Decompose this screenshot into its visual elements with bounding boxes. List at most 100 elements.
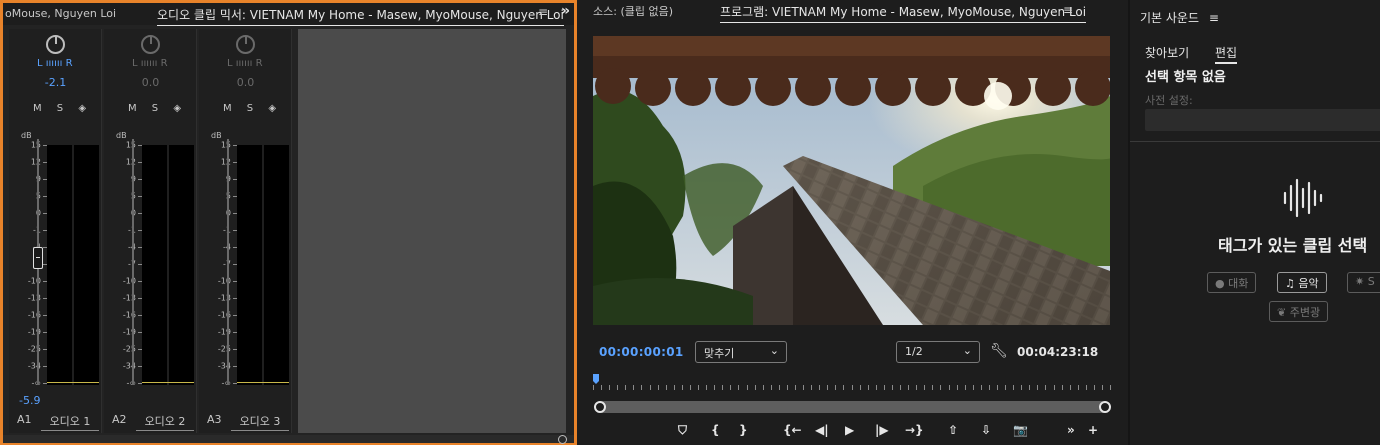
ruler-tick [891, 385, 893, 390]
mute-solo-record-buttons[interactable]: M S ◈ [33, 103, 92, 114]
add-button-icon[interactable]: + [1088, 423, 1098, 437]
db-scale-label: -16 [217, 310, 231, 320]
double-chevron-right-icon[interactable]: » [561, 3, 570, 19]
add-marker-icon[interactable]: ⛉ [678, 423, 687, 438]
ruler-tick [665, 385, 667, 390]
pan-value[interactable]: 0.0 [104, 76, 197, 89]
db-scale-label: -13 [217, 293, 231, 303]
hamburger-icon[interactable]: ≡ [1063, 3, 1073, 17]
program-tab[interactable]: 프로그램: VIETNAM My Home - Masew, MyoMouse,… [720, 3, 1087, 23]
db-scale-label: -34 [27, 361, 41, 371]
video-frame-image [593, 36, 1110, 325]
zoom-handle-left[interactable] [594, 401, 606, 413]
mark-in-icon[interactable]: { [711, 423, 720, 437]
pan-value[interactable]: -2.1 [9, 76, 102, 89]
ruler-tick [867, 385, 869, 390]
meter-baseline [47, 382, 99, 383]
ruler-tick [730, 385, 732, 390]
ruler-tick [714, 385, 716, 390]
pan-knob-icon[interactable] [236, 35, 255, 54]
db-scale-label: -19 [27, 327, 41, 337]
zoom-handle-right[interactable] [1099, 401, 1111, 413]
db-scale-label: -16 [27, 310, 41, 320]
fader-handle[interactable] [33, 246, 43, 269]
ruler-tick [932, 385, 934, 390]
channel-track-name[interactable]: 오디오 2 [136, 413, 194, 431]
mute-solo-record-buttons[interactable]: M S ◈ [223, 103, 282, 114]
db-scale-label: -10 [27, 276, 41, 286]
fader-track[interactable] [132, 139, 134, 385]
mixer-prev-tab-label[interactable]: oMouse, Nguyen Loi [5, 7, 116, 20]
go-to-in-icon[interactable]: {← [783, 423, 802, 437]
channel-id: A1 [17, 413, 32, 426]
hamburger-icon[interactable]: ≡ [1209, 11, 1219, 25]
select-tagged-clip-heading: 태그가 있는 클립 선택 [1218, 236, 1368, 255]
ruler-tick [625, 385, 627, 390]
db-scale-label: -34 [122, 361, 136, 371]
sfx-button[interactable]: ✷ S [1347, 272, 1380, 293]
db-scale-label: 15 [220, 140, 231, 150]
step-forward-icon[interactable]: |▶ [875, 423, 889, 437]
pan-knob-icon[interactable] [141, 35, 160, 54]
meter-baseline [142, 382, 194, 383]
zoom-scrollbar[interactable] [594, 401, 1111, 413]
ruler-tick [859, 385, 861, 390]
resolution-dropdown[interactable]: 1/2 ⌄ [896, 341, 980, 363]
wrench-icon[interactable]: 🔧︎ [990, 343, 1008, 359]
ambience-button-label: 주변광 [1289, 306, 1321, 319]
video-frame[interactable] [593, 36, 1110, 325]
db-scale: 1512950-1-4-7-10-13-16-19-25-34-∞ [110, 137, 142, 388]
channel-track-name[interactable]: 오디오 1 [41, 413, 99, 431]
step-back-icon[interactable]: ◀| [815, 423, 829, 437]
fit-dropdown[interactable]: 맞추기 ⌄ [695, 341, 787, 363]
source-tab[interactable]: 소스: (클립 없음) [593, 3, 673, 19]
essential-sound-title[interactable]: 기본 사운드 ≡ [1140, 9, 1219, 26]
tab-edit[interactable]: 편집 [1215, 44, 1238, 64]
hamburger-icon[interactable]: ≡ [538, 5, 548, 19]
sfx-icon: ✷ [1355, 275, 1365, 288]
essential-sound-panel: 기본 사운드 ≡ 찾아보기 편집 선택 항목 없음 사전 설정: 태그가 있는 … [1128, 0, 1380, 445]
export-frame-icon[interactable]: 📷 [1013, 423, 1028, 437]
ruler-tick [1037, 385, 1039, 390]
ruler-tick [1013, 385, 1015, 390]
mute-solo-record-buttons[interactable]: M S ◈ [128, 103, 187, 114]
channel-id: A2 [112, 413, 127, 426]
preset-dropdown[interactable] [1145, 109, 1380, 131]
sfx-button-label: S [1367, 275, 1375, 288]
ambience-button[interactable]: ❦ 주변광 [1269, 301, 1329, 322]
pan-value[interactable]: 0.0 [199, 76, 292, 89]
ruler-tick [673, 385, 675, 390]
mixer-tab[interactable]: 오디오 클립 믹서: VIETNAM My Home - Masew, MyoM… [157, 6, 564, 26]
more-icon[interactable]: » [1067, 423, 1075, 437]
ruler-tick [827, 385, 829, 390]
go-to-out-icon[interactable]: →} [905, 423, 924, 437]
mixer-scrollbar[interactable] [3, 435, 574, 444]
channel-level-value[interactable]: -5.9 [19, 394, 40, 407]
tab-browse[interactable]: 찾아보기 [1145, 44, 1189, 61]
ruler-tick [754, 385, 756, 390]
extract-icon[interactable]: ⇩ [981, 423, 991, 437]
dialogue-button[interactable]: ● 대화 [1207, 272, 1257, 293]
time-ruler[interactable] [593, 376, 1112, 390]
play-icon[interactable]: ▶ [845, 423, 854, 437]
preset-label: 사전 설정: [1145, 94, 1193, 107]
pan-knob-icon[interactable] [46, 35, 65, 54]
db-scale-label: 12 [220, 157, 231, 167]
db-scale-label: -10 [217, 276, 231, 286]
lift-icon[interactable]: ⇧ [948, 423, 958, 437]
fader-track[interactable] [227, 139, 229, 385]
music-button[interactable]: ♫ 음악 [1277, 272, 1327, 293]
ruler-tick [1085, 385, 1087, 390]
essential-sound-title-text: 기본 사운드 [1140, 11, 1200, 25]
dialogue-button-label: 대화 [1228, 277, 1249, 290]
ruler-tick [964, 385, 966, 390]
db-scale-label: 12 [125, 157, 136, 167]
channel-track-name[interactable]: 오디오 3 [231, 413, 289, 431]
ruler-tick [617, 385, 619, 390]
ruler-tick [811, 385, 813, 390]
current-timecode[interactable]: 00:00:00:01 [599, 345, 684, 359]
ruler-tick [1053, 385, 1055, 390]
ambience-icon: ❦ [1277, 306, 1287, 319]
ruler-tick [1069, 385, 1071, 390]
mark-out-icon[interactable]: } [739, 423, 748, 437]
